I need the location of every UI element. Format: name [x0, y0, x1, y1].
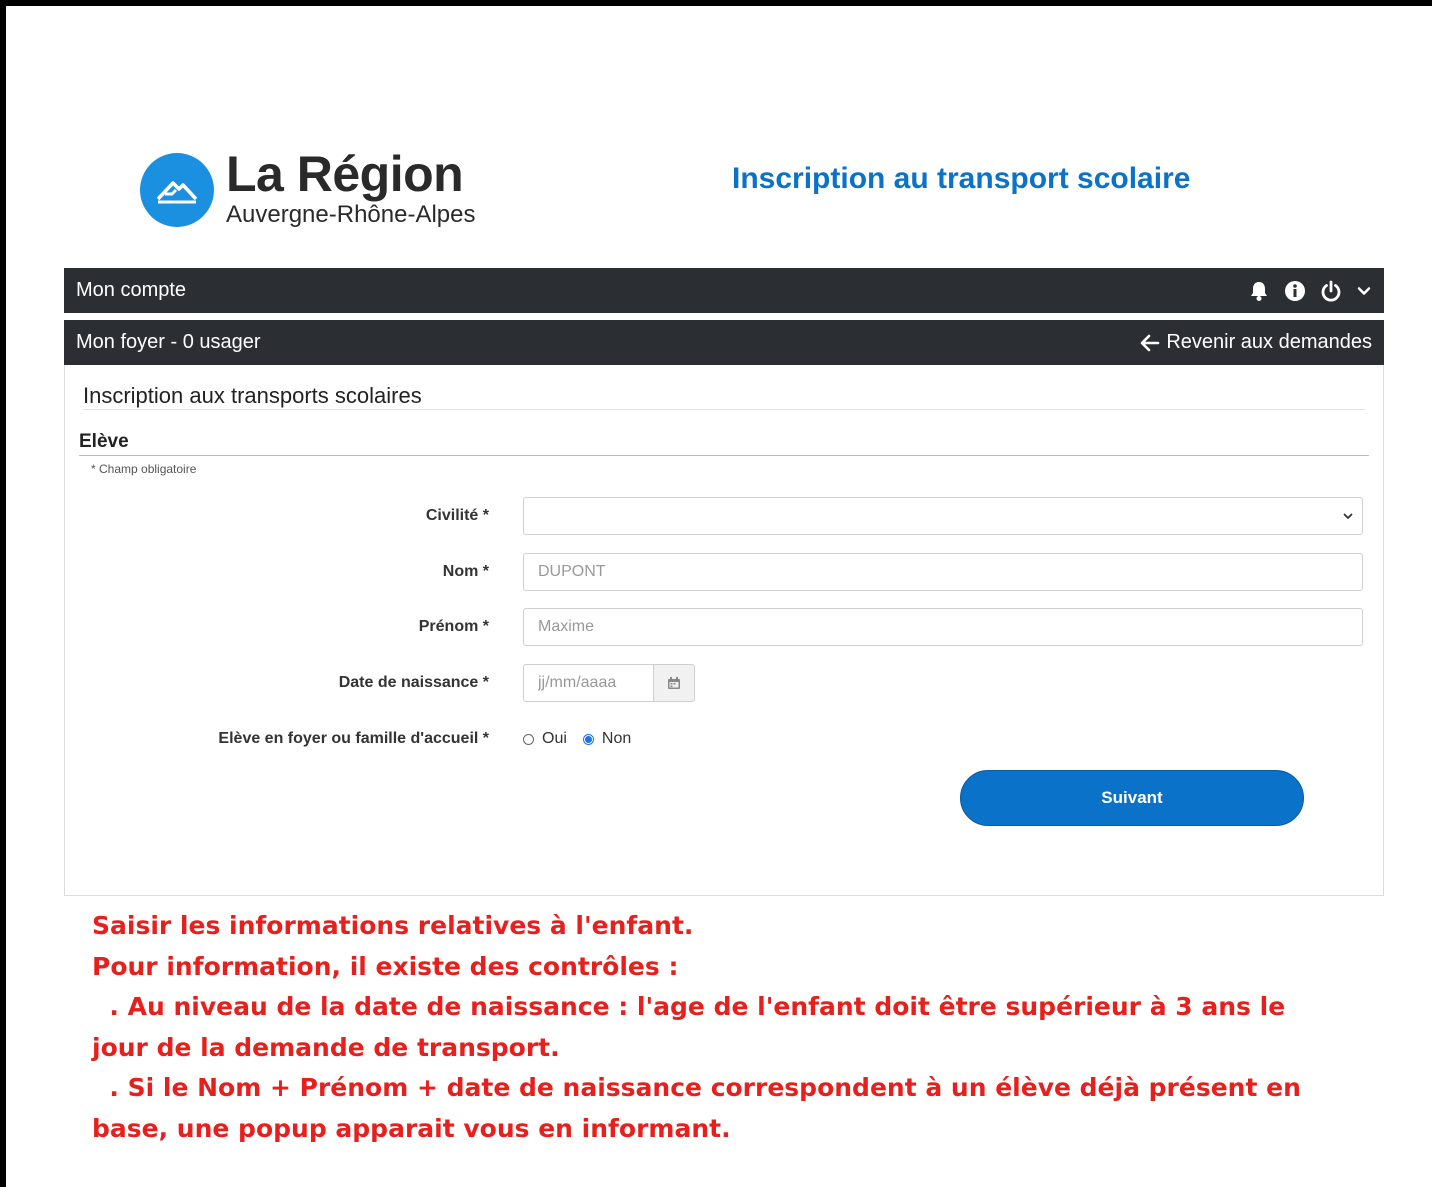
divider — [79, 455, 1369, 456]
account-label[interactable]: Mon compte — [76, 279, 186, 302]
civilite-label: Civilité * — [425, 507, 489, 524]
mountain-logo-icon — [140, 153, 214, 227]
birthdate-row: Date de naissance * — [65, 663, 1385, 703]
logo-name: La Région — [226, 146, 464, 202]
radio-oui-circle[interactable] — [523, 733, 534, 745]
prenom-row: Prénom * — [65, 607, 1385, 647]
foster-label: Elève en foyer ou famille d'accueil * — [218, 730, 489, 747]
chevron-down-icon — [1343, 513, 1353, 519]
prenom-label: Prénom * — [418, 618, 489, 635]
student-subtitle: Elève — [79, 431, 129, 452]
next-button[interactable]: Suivant — [960, 770, 1304, 826]
info-icon[interactable] — [1284, 280, 1306, 302]
required-note: * Champ obligatoire — [91, 462, 197, 476]
radio-oui-label: Oui — [542, 730, 567, 747]
instruction-note: Saisir les informations relatives à l'en… — [92, 906, 1322, 1149]
radio-non[interactable]: Non — [582, 730, 632, 748]
birthdate-input[interactable] — [523, 664, 653, 702]
household-bar: Mon foyer - 0 usager Revenir aux demande… — [64, 320, 1384, 365]
chevron-down-icon[interactable] — [1356, 283, 1372, 299]
birthdate-label: Date de naissance * — [338, 674, 489, 691]
note-line-1: Saisir les informations relatives à l'en… — [92, 911, 694, 940]
power-icon[interactable] — [1320, 280, 1342, 302]
note-line-2: Pour information, il existe des contrôle… — [92, 951, 679, 981]
arrow-left-icon — [1141, 334, 1160, 351]
bell-icon[interactable] — [1248, 280, 1270, 302]
section-title: Inscription aux transports scolaires — [83, 383, 422, 408]
registration-form-panel: Inscription aux transports scolaires Elè… — [64, 365, 1384, 896]
note-line-3: . Au niveau de la date de naissance : l'… — [92, 992, 1294, 1062]
civilite-select[interactable] — [523, 497, 1363, 535]
foster-row: Elève en foyer ou famille d'accueil * Ou… — [65, 719, 1385, 759]
note-line-4: . Si le Nom + Prénom + date de naissance… — [92, 1073, 1310, 1143]
region-logo[interactable]: La Région Auvergne-Rhône-Alpes — [140, 146, 476, 230]
radio-oui[interactable]: Oui — [523, 730, 567, 748]
back-to-requests-label: Revenir aux demandes — [1166, 331, 1372, 353]
page-title: Inscription au transport scolaire — [732, 162, 1191, 195]
calendar-button[interactable] — [653, 664, 695, 702]
household-label: Mon foyer - 0 usager — [76, 331, 261, 353]
nom-input[interactable] — [523, 553, 1363, 591]
account-bar: Mon compte — [64, 268, 1384, 313]
radio-non-label: Non — [601, 730, 632, 747]
logo-subtitle: Auvergne-Rhône-Alpes — [226, 201, 476, 228]
calendar-icon — [668, 677, 680, 689]
nom-row: Nom * — [65, 552, 1385, 592]
civilite-row: Civilité * — [65, 496, 1385, 536]
back-to-requests-link[interactable]: Revenir aux demandes — [1140, 331, 1372, 354]
divider — [83, 409, 1365, 410]
nom-label: Nom * — [442, 563, 489, 580]
prenom-input[interactable] — [523, 608, 1363, 646]
radio-non-circle[interactable] — [582, 733, 594, 745]
